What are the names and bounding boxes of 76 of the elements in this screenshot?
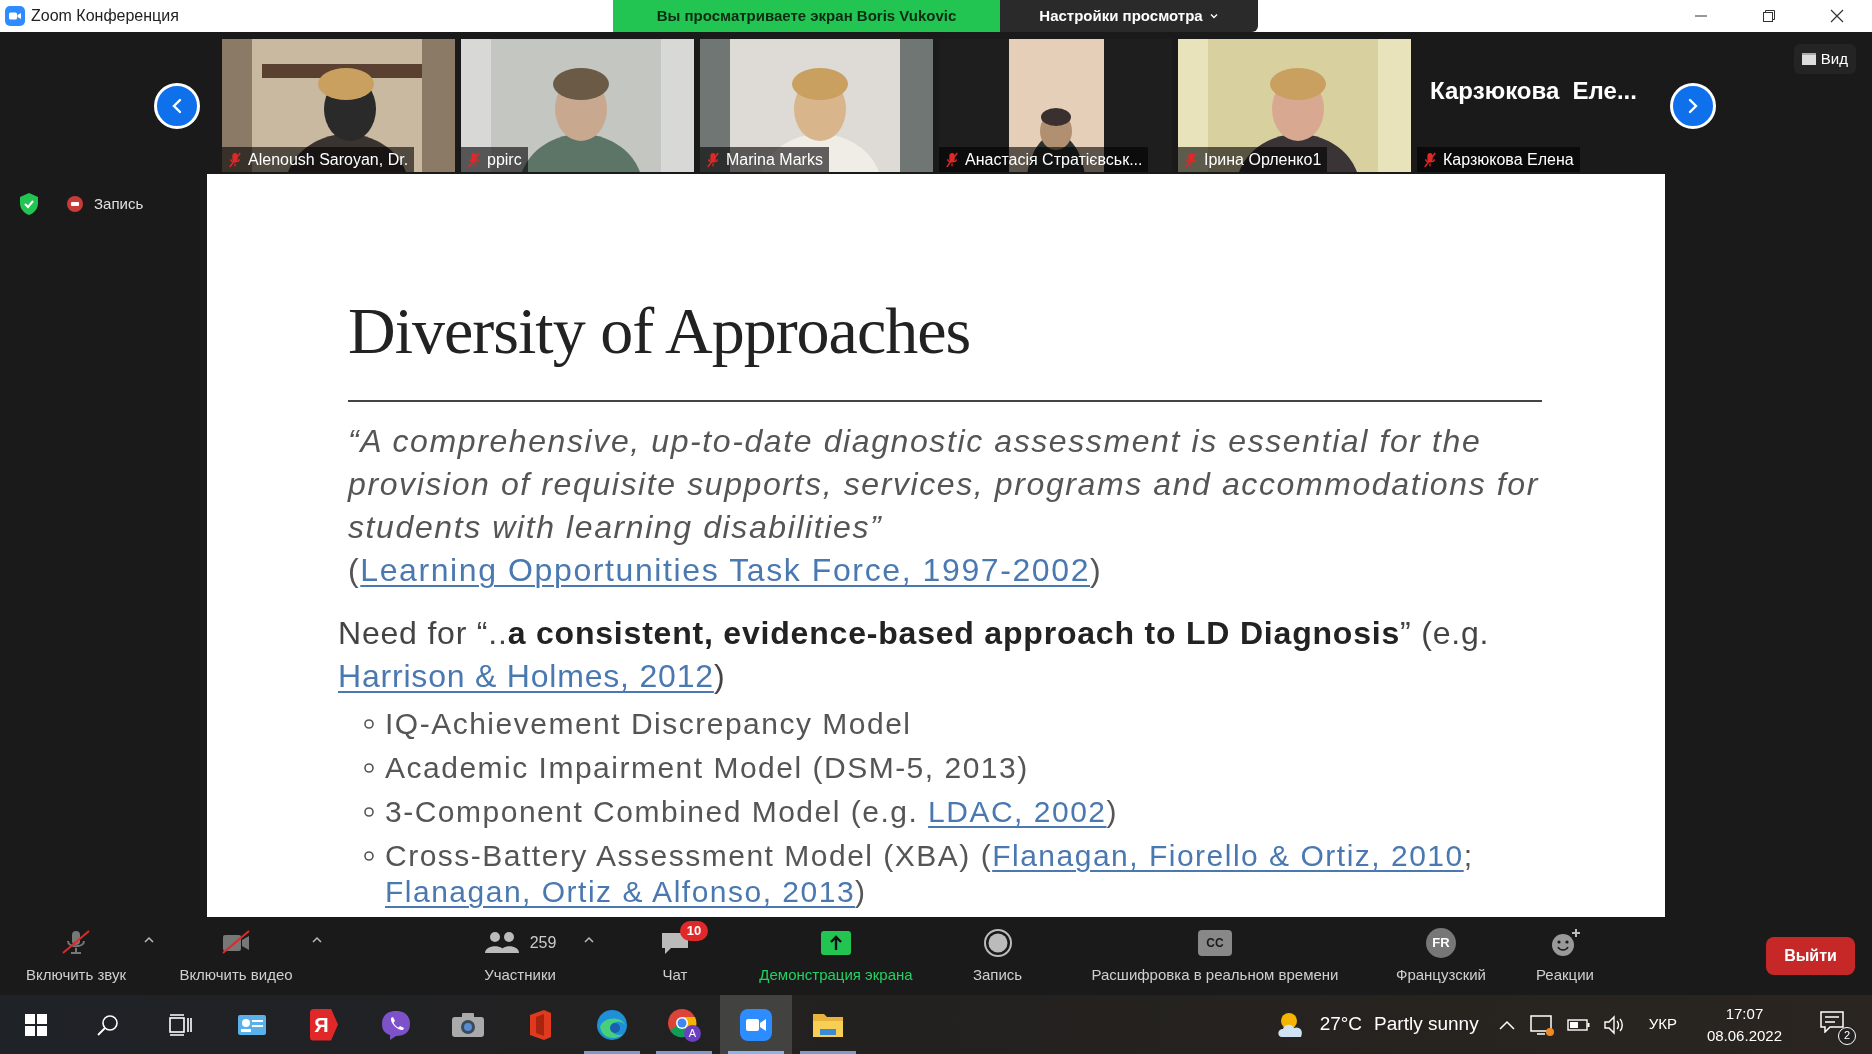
windows-logo-icon xyxy=(25,1013,47,1036)
restore-icon[interactable] xyxy=(1762,9,1776,23)
chevron-up-icon[interactable] xyxy=(1498,1019,1515,1030)
list-item: IQ-Achievement Discrepancy Model xyxy=(385,706,913,742)
participant-count: 259 xyxy=(529,932,557,953)
chevron-down-icon xyxy=(1208,11,1219,21)
unread-badge: 10 xyxy=(680,921,708,941)
taskbar-app-button[interactable] xyxy=(720,995,792,1054)
edge-icon xyxy=(596,1008,628,1041)
record-icon xyxy=(66,195,84,213)
caret-icon xyxy=(584,936,594,944)
task-view-icon xyxy=(167,1012,193,1037)
next-page-button[interactable] xyxy=(1670,82,1716,129)
citation-link[interactable]: Learning Opportunities Task Force, 1997-2002 xyxy=(360,552,1091,588)
participant-name: Карзюкова Елена xyxy=(1443,149,1574,170)
slide-title: Diversity of Approaches xyxy=(348,296,972,366)
clock-button[interactable]: 17:07 08.06.2022 xyxy=(1696,995,1792,1054)
phone-bubble-icon xyxy=(380,1008,412,1041)
language-button[interactable]: FR Французский xyxy=(1380,917,1502,995)
video-camera-icon xyxy=(740,1008,772,1041)
leave-button[interactable]: Выйти xyxy=(1766,937,1855,975)
input-language-button[interactable]: УКР xyxy=(1642,995,1683,1054)
monitor-icon[interactable] xyxy=(1528,1012,1555,1037)
record-button[interactable]: Запись xyxy=(950,917,1045,995)
citation-link[interactable]: LDAC, 2002 xyxy=(928,795,1107,828)
citation-link[interactable]: Harrison & Holmes, 2012 xyxy=(338,658,714,694)
view-button[interactable]: Вид xyxy=(1793,44,1856,74)
language-avatar: FR xyxy=(1426,927,1456,958)
citation-link[interactable]: Flanagan, Ortiz & Alfonso, 2013 xyxy=(385,875,856,908)
taskbar-app-button[interactable]: Я xyxy=(288,995,360,1054)
caret-icon xyxy=(312,936,322,944)
clapperboard-icon xyxy=(1801,53,1816,65)
participant-name: Анастасія Стратієвськ... xyxy=(965,149,1143,170)
shield-icon xyxy=(18,192,40,216)
participant-name: Marina Marks xyxy=(726,149,823,170)
window-title: Zoom Конференция xyxy=(31,6,179,26)
bullet-icon xyxy=(363,718,375,730)
caret-icon xyxy=(144,936,154,944)
view-options-button[interactable]: Настройки просмотра xyxy=(1000,0,1258,32)
start-video-button[interactable]: Включить видео xyxy=(152,917,320,995)
battery-icon[interactable] xyxy=(1566,1017,1591,1032)
weather-widget[interactable]: 27°C Partly sunny xyxy=(1269,995,1485,1054)
viewing-banner: Вы просматриваете экран Boris Vukovic xyxy=(613,0,1000,32)
office-icon xyxy=(527,1008,553,1041)
participant-name: Alenoush Saroyan, Dr. xyxy=(248,149,409,170)
notifications-button[interactable]: 2 xyxy=(1816,1004,1856,1045)
citation-link[interactable]: Flanagan, Fiorello & Ortiz, 2010 xyxy=(992,839,1464,872)
bullet-icon xyxy=(363,806,375,818)
participant-name: Ірина Орленко1 xyxy=(1204,149,1322,170)
list-item: 3-Component Combined Model (e.g. LDAC, 2002) xyxy=(385,794,1120,830)
participants-button[interactable]: 259 Участники xyxy=(440,917,600,995)
yandex-browser-icon: Я xyxy=(310,1008,338,1041)
notification-count: 2 xyxy=(1838,1026,1856,1045)
taskbar-app-button[interactable]: A xyxy=(648,995,720,1054)
share-screen-button[interactable]: Демонстрация экрана xyxy=(730,917,942,995)
participant-display-name: Карзюкова Еле... xyxy=(1430,75,1637,106)
zoom-logo-icon xyxy=(5,6,25,26)
participant-name: ppirc xyxy=(487,149,522,170)
search-icon xyxy=(96,1012,120,1037)
camera-icon xyxy=(451,1010,485,1039)
smiley-icon xyxy=(1549,927,1581,958)
list-item: Cross-Battery Assessment Model (XBA) (Flanagan, Fiorello & Ortiz, 2010; Flanagan, Ortiz & Alfonso, 2013) xyxy=(385,838,1475,910)
captions-button[interactable]: CC Расшифровка в реальном времени xyxy=(1060,917,1370,995)
bullet-icon xyxy=(363,850,375,862)
previous-page-button[interactable] xyxy=(154,82,200,129)
reactions-button[interactable]: Реакции xyxy=(1510,917,1620,995)
record-icon xyxy=(982,927,1013,958)
message-icon xyxy=(1820,1010,1844,1033)
lead-paragraph: Need for “..a consistent, evidence-based approach to LD Diagnosis” (e.g. Harrison & Holmes, 2012) xyxy=(338,614,1491,696)
close-icon[interactable] xyxy=(1830,9,1844,23)
bullet-icon xyxy=(363,762,375,774)
recording-label: Запись xyxy=(94,193,144,214)
quote-paragraph: “A comprehensive, up-to-date diagnostic assessment is essential for the provision of requisite supports, services, programs and accommodations for students with learning disabilities” (Learning Opportunities Task Force, 1997-2002) xyxy=(348,422,1540,590)
unmute-button[interactable]: Включить звук xyxy=(0,917,152,995)
cc-icon: CC xyxy=(1198,929,1232,956)
list-item: Academic Impairment Model (DSM-5, 2013) xyxy=(385,750,1030,786)
